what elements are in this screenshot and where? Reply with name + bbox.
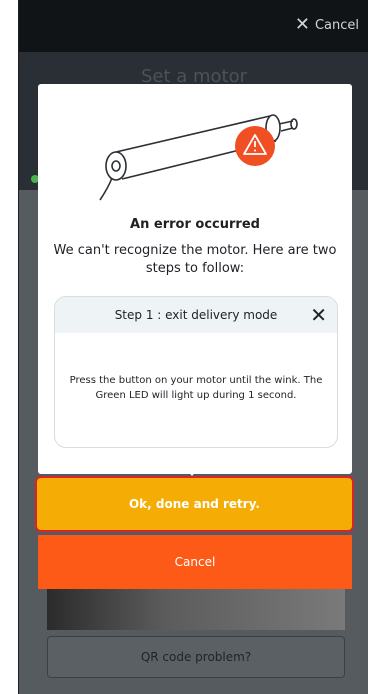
header-cancel-label: Cancel [314, 17, 359, 33]
close-icon[interactable]: ✕ [310, 303, 327, 327]
header-cancel-button[interactable]: ✕ Cancel [295, 16, 359, 34]
step-title: Step 1 : exit delivery mode [114, 308, 278, 322]
error-dialog: An error occurred We can't recognize the… [38, 84, 352, 474]
step-card: Step 1 : exit delivery mode ✕ Press the … [54, 296, 338, 448]
ok-retry-button[interactable]: Ok, done and retry. [35, 476, 354, 532]
step-header: Step 1 : exit delivery mode ✕ [55, 297, 337, 333]
close-icon: ✕ [294, 14, 310, 35]
qr-code-problem-button[interactable]: QR code problem? [47, 636, 345, 678]
cancel-button[interactable]: Cancel [38, 535, 352, 589]
error-title: An error occurred [130, 217, 260, 232]
error-message: We can't recognize the motor. Here are t… [53, 243, 337, 276]
top-bar: ✕ Cancel [19, 0, 368, 52]
warning-icon [235, 126, 275, 166]
motor-illustration [99, 114, 298, 201]
step-instructions: Press the button on your motor until the… [69, 375, 323, 401]
